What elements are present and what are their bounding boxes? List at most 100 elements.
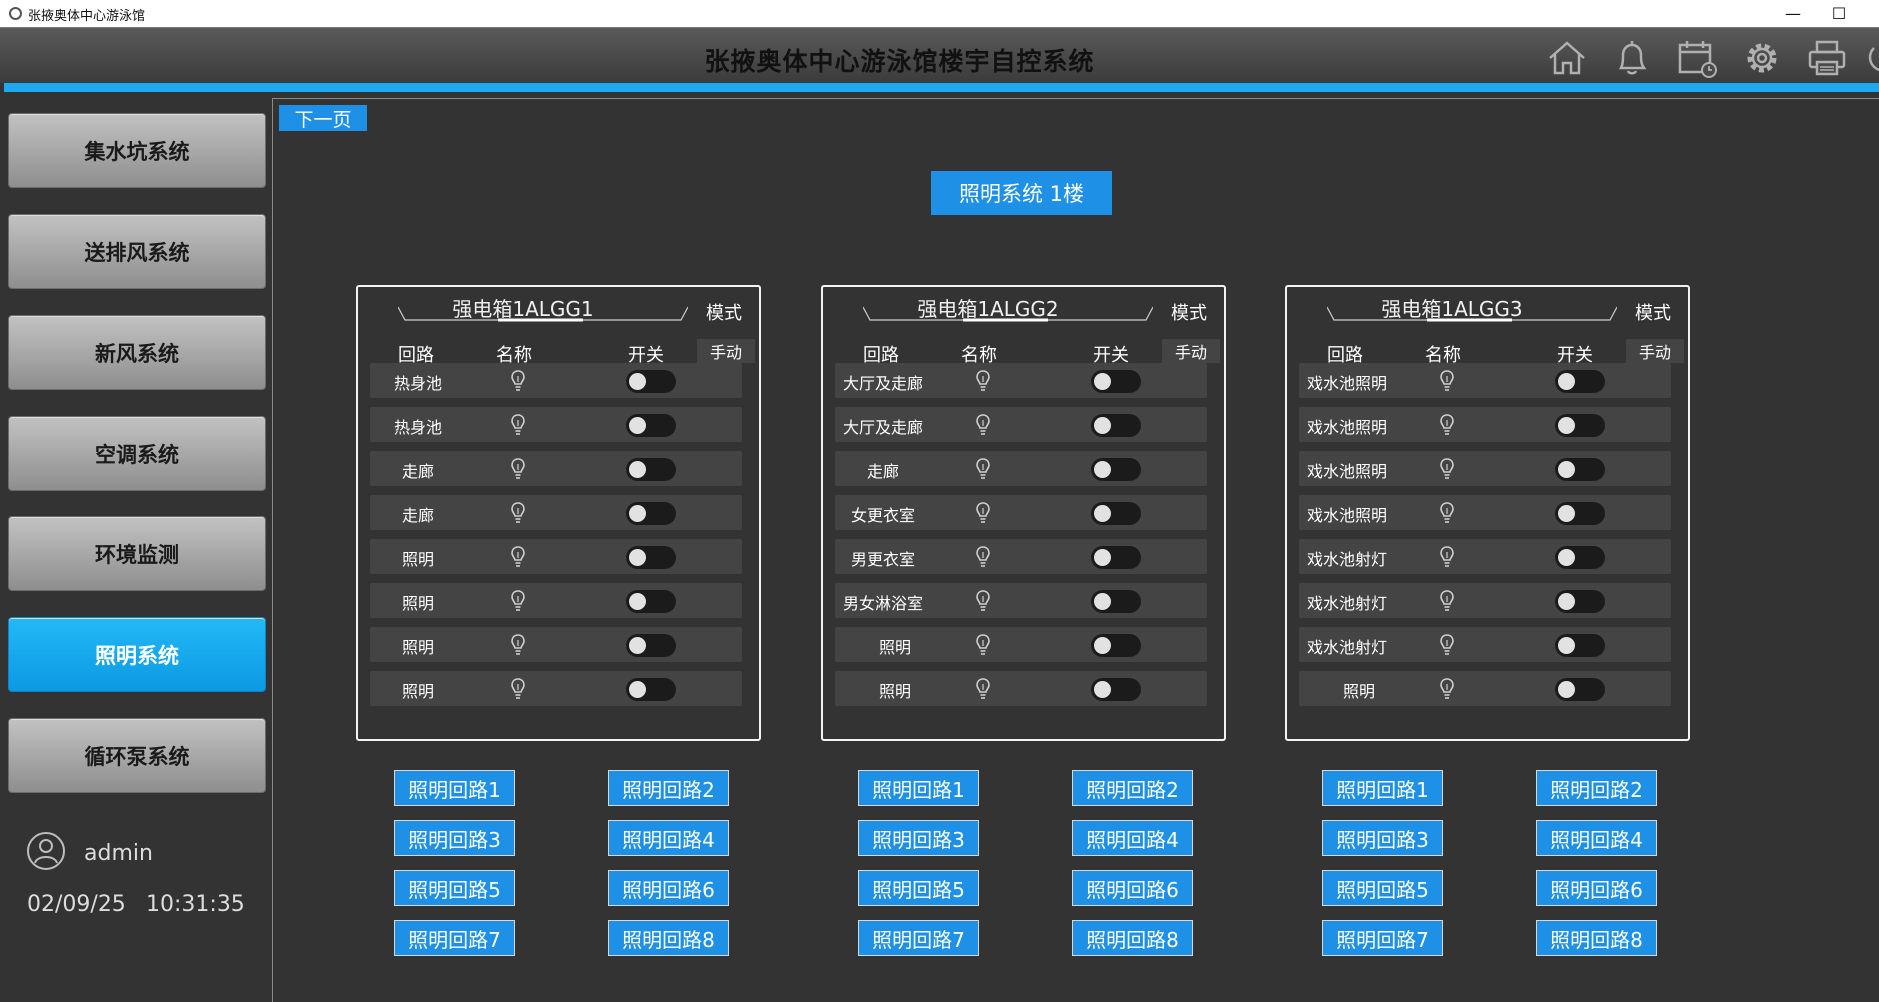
lighting-circuit-button[interactable]: 照明回路1 [394,770,515,806]
panel-3: 强电箱1ALGG3 模式 回路 名称 开关 手动 戏水池照明 戏水池照明 戏水池照明 戏水池照明戏… [1285,285,1690,741]
lighting-circuit-button[interactable]: 照明回路6 [1536,870,1657,906]
light-switch-toggle[interactable] [626,546,676,569]
lighting-circuit-button[interactable]: 照明回路2 [1072,770,1193,806]
bell-icon[interactable] [1609,36,1655,80]
light-bulb-icon [1439,413,1455,437]
calendar-icon[interactable] [1674,36,1720,80]
lighting-circuit-button[interactable]: 照明回路7 [858,920,979,956]
circuit-row: 照明 [370,583,742,618]
toggle-knob [1094,417,1111,434]
light-switch-toggle[interactable] [1091,678,1141,701]
sidebar-item-sump[interactable]: 集水坑系统 [8,113,266,188]
light-switch-toggle[interactable] [1091,458,1141,481]
light-switch-toggle[interactable] [1555,634,1605,657]
sidebar-item-circulation-pump[interactable]: 循环泵系统 [8,718,266,793]
sidebar-item-air-conditioning[interactable]: 空调系统 [8,416,266,491]
toggle-knob [1094,461,1111,478]
light-switch-toggle[interactable] [626,370,676,393]
circuit-name: 照明 [401,682,434,701]
circuit-name: 戏水池照明 [1306,462,1387,481]
mode-label: 模式 [1171,303,1207,324]
sidebar-item-environment[interactable]: 环境监测 [8,516,266,591]
circuit-row: 照明 [1299,671,1671,706]
lighting-circuit-button[interactable]: 照明回路7 [1322,920,1443,956]
panel-1: 强电箱1ALGG1 模式 回路 名称 开关 手动 热身池 热身池 走廊 走廊 照明 照明 照明 照明 [356,285,761,741]
user-info: admin [26,832,153,874]
circuit-name: 走廊 [401,506,434,525]
lighting-circuit-button[interactable]: 照明回路8 [608,920,729,956]
light-switch-toggle[interactable] [1091,546,1141,569]
light-switch-toggle[interactable] [1555,546,1605,569]
light-switch-toggle[interactable] [1555,678,1605,701]
next-page-button[interactable]: 下一页 [279,105,367,131]
lighting-circuit-button[interactable]: 照明回路2 [1536,770,1657,806]
circuit-name: 照明 [878,638,911,657]
light-bulb-icon [510,501,526,525]
lighting-circuit-button[interactable]: 照明回路2 [608,770,729,806]
lighting-circuit-button[interactable]: 照明回路3 [858,820,979,856]
toggle-knob [1094,637,1111,654]
manual-mode-button[interactable]: 手动 [1626,339,1684,363]
light-switch-toggle[interactable] [626,458,676,481]
lighting-circuit-button[interactable]: 照明回路1 [858,770,979,806]
circuit-name: 戏水池照明 [1306,374,1387,393]
lighting-circuit-button[interactable]: 照明回路6 [1072,870,1193,906]
lighting-circuit-button[interactable]: 照明回路7 [394,920,515,956]
light-switch-toggle[interactable] [1555,590,1605,613]
lighting-circuit-button[interactable]: 照明回路5 [394,870,515,906]
light-switch-toggle[interactable] [626,414,676,437]
home-icon[interactable] [1544,36,1590,80]
maximize-button[interactable]: ☐ [1816,0,1862,27]
mode-label: 模式 [706,303,742,324]
light-switch-toggle[interactable] [1555,458,1605,481]
light-bulb-icon [510,633,526,657]
light-switch-toggle[interactable] [1555,370,1605,393]
lighting-circuit-button[interactable]: 照明回路5 [858,870,979,906]
circuit-row: 大厅及走廊 [835,363,1207,398]
light-switch-toggle[interactable] [1091,370,1141,393]
lighting-circuit-button[interactable]: 照明回路6 [608,870,729,906]
light-bulb-icon [1439,457,1455,481]
circuit-name: 照明 [1342,682,1375,701]
toggle-knob [629,461,646,478]
circuit-row: 戏水池照明 [1299,363,1671,398]
minimize-button[interactable]: — [1770,0,1816,27]
light-switch-toggle[interactable] [1555,502,1605,525]
sidebar-item-lighting[interactable]: 照明系统 [8,617,266,692]
light-switch-toggle[interactable] [1555,414,1605,437]
lighting-circuit-button[interactable]: 照明回路3 [394,820,515,856]
lighting-circuit-button[interactable]: 照明回路4 [1072,820,1193,856]
printer-icon[interactable] [1804,36,1850,80]
light-switch-toggle[interactable] [1091,634,1141,657]
toggle-knob [1094,549,1111,566]
gear-icon[interactable] [1739,36,1785,80]
circuit-name: 照明 [878,682,911,701]
light-bulb-icon [1439,545,1455,569]
circuit-name: 大厅及走廊 [842,374,923,393]
circuit-name: 走廊 [866,462,899,481]
sidebar-item-fresh-air[interactable]: 新风系统 [8,315,266,390]
light-switch-toggle[interactable] [626,634,676,657]
light-switch-toggle[interactable] [626,590,676,613]
lighting-circuit-button[interactable]: 照明回路8 [1536,920,1657,956]
lighting-circuit-button[interactable]: 照明回路4 [608,820,729,856]
lighting-circuit-button[interactable]: 照明回路8 [1072,920,1193,956]
toggle-knob [629,593,646,610]
power-icon[interactable] [1860,36,1879,80]
manual-mode-button[interactable]: 手动 [1162,339,1220,363]
toggle-knob [1558,505,1575,522]
light-switch-toggle[interactable] [1091,590,1141,613]
circuit-row: 热身池 [370,363,742,398]
light-bulb-icon [1439,633,1455,657]
lighting-circuit-button[interactable]: 照明回路5 [1322,870,1443,906]
lighting-circuit-button[interactable]: 照明回路3 [1322,820,1443,856]
lighting-circuit-button[interactable]: 照明回路1 [1322,770,1443,806]
light-switch-toggle[interactable] [626,502,676,525]
manual-mode-button[interactable]: 手动 [697,339,755,363]
light-switch-toggle[interactable] [626,678,676,701]
light-switch-toggle[interactable] [1091,414,1141,437]
user-avatar-icon [26,831,66,875]
light-switch-toggle[interactable] [1091,502,1141,525]
sidebar-item-ventilation[interactable]: 送排风系统 [8,214,266,289]
lighting-circuit-button[interactable]: 照明回路4 [1536,820,1657,856]
